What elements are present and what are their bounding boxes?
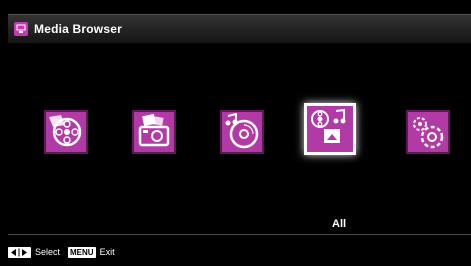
left-right-arrows-icon: [8, 246, 31, 258]
all-tile[interactable]: [304, 103, 356, 155]
footer-help: Select MENU Exit: [8, 244, 123, 260]
music-tile[interactable]: [220, 110, 264, 154]
music-disc-icon: [225, 113, 259, 149]
videos-tile[interactable]: [44, 110, 88, 154]
title-bar: Media Browser: [8, 14, 471, 44]
footer-divider: [8, 234, 471, 235]
photos-tile[interactable]: [132, 110, 176, 154]
camera-photo-icon: [138, 113, 170, 147]
all-media-icon: [311, 108, 346, 143]
media-menu: All: [8, 43, 471, 233]
selected-item-label: All: [332, 218, 347, 230]
media-browser-screen: Media Browser All Select MENU Exit: [0, 0, 471, 266]
media-browser-icon: [14, 22, 28, 36]
settings-tile[interactable]: [406, 110, 450, 154]
window-title: Media Browser: [34, 22, 122, 36]
film-reel-icon: [49, 115, 82, 147]
menu-key: MENU: [68, 246, 96, 258]
exit-hint: Exit: [99, 247, 115, 257]
select-hint: Select: [35, 247, 61, 257]
gears-icon: [413, 117, 444, 149]
